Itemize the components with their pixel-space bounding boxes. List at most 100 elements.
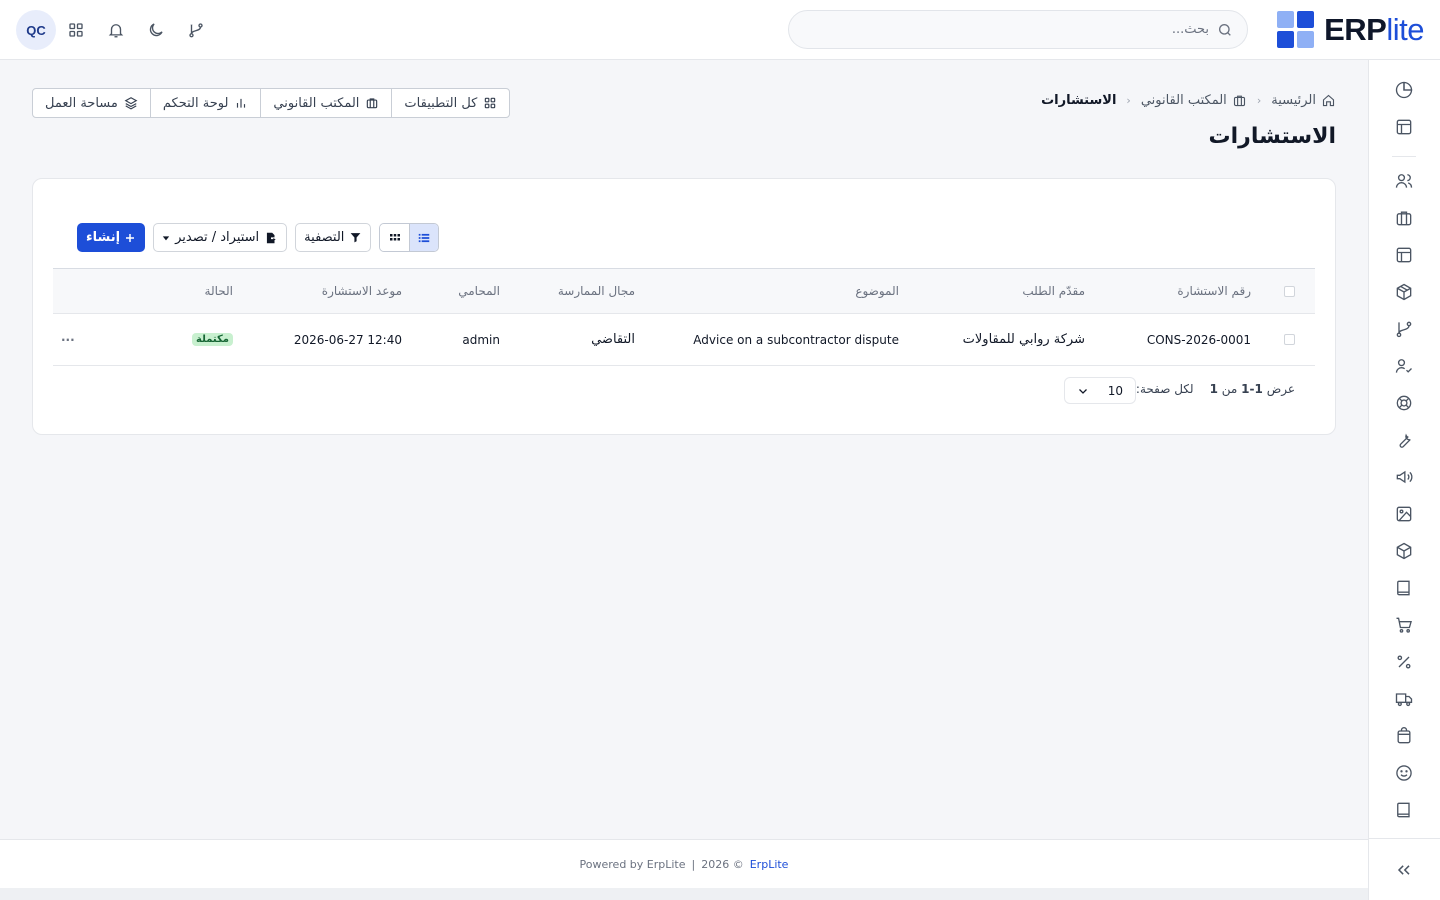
- life-buoy-icon: [1396, 395, 1412, 411]
- column-header-datetime[interactable]: موعد الاستشارة: [322, 269, 402, 313]
- sidebar-item-docs[interactable]: [1394, 800, 1414, 820]
- cell-lawyer: admin: [462, 332, 500, 347]
- column-header-requester[interactable]: مقدّم الطلب: [1022, 269, 1085, 313]
- shopping-bag-icon: [1397, 727, 1411, 744]
- sidebar-item-cart[interactable]: [1394, 615, 1414, 635]
- sidebar-item-briefcase[interactable]: [1394, 208, 1414, 228]
- sidebar-item-user-check[interactable]: [1394, 356, 1414, 376]
- layout-icon: [1396, 247, 1412, 263]
- per-page-select[interactable]: 10: [1064, 377, 1136, 404]
- global-search: [788, 10, 1248, 49]
- sidebar-item-media[interactable]: [1394, 504, 1414, 524]
- package-icon: [1396, 283, 1412, 301]
- quicknav-legal-office[interactable]: المكتب القانوني: [260, 89, 391, 117]
- footer-powered: Powered by ErpLite: [579, 857, 686, 871]
- sidebar-divider: [1368, 838, 1440, 839]
- grid-view-button[interactable]: [380, 224, 410, 251]
- sidebar-item-git[interactable]: [1394, 319, 1414, 339]
- briefcase-icon: [1233, 95, 1245, 107]
- sidebar-item-shop[interactable]: [1394, 726, 1414, 746]
- image-icon: [1396, 506, 1412, 522]
- breadcrumb-current: الاستشارات: [1041, 93, 1117, 108]
- truck-icon: [1395, 693, 1413, 707]
- top-header: ERPlite QC: [0, 0, 1440, 60]
- sidebar-item-tools[interactable]: [1394, 430, 1414, 450]
- breadcrumb: الرئيسية ‹ المكتب القانوني ‹ الاستشارات: [1041, 93, 1336, 108]
- filter-button[interactable]: التصفية: [295, 223, 372, 252]
- git-branch-icon[interactable]: [176, 10, 216, 50]
- search-icon: [1217, 22, 1233, 38]
- box-icon: [1396, 542, 1412, 560]
- cell-requester-link[interactable]: شركة روابي للمقاولات: [963, 314, 1085, 365]
- apps-grid-icon: [485, 97, 496, 109]
- list-view-button[interactable]: [409, 224, 439, 251]
- wrench-icon: [1399, 433, 1411, 448]
- column-header-status[interactable]: الحالة: [205, 269, 233, 313]
- apps-grid-icon[interactable]: [56, 10, 96, 50]
- grid-view-icon: [389, 233, 400, 240]
- home-icon: [1322, 94, 1335, 107]
- sidebar-item-inventory[interactable]: [1394, 541, 1414, 561]
- quicknav-dashboard[interactable]: لوحة التحكم: [149, 89, 261, 117]
- app-logo[interactable]: ERPlite: [1276, 11, 1424, 49]
- percent-icon: [1397, 655, 1411, 669]
- column-header-number[interactable]: رقم الاستشارة: [1177, 269, 1251, 313]
- sidebar-item-layout[interactable]: [1394, 117, 1414, 137]
- row-checkbox[interactable]: [1284, 314, 1295, 365]
- cell-practice-area: التقاضي: [591, 332, 635, 347]
- cell-datetime: 2026-06-27 12:40: [293, 332, 402, 347]
- sidebar: [1368, 60, 1440, 900]
- briefcase-icon: [1396, 211, 1412, 226]
- page-footer: Powered by ErpLite | 2026 © ErpLite: [0, 839, 1368, 888]
- quick-nav: كل التطبيقات المكتب القانوني لوحة التحكم…: [32, 88, 511, 118]
- filter-icon: [351, 233, 361, 243]
- bar-chart-icon: [237, 98, 246, 108]
- sidebar-item-package[interactable]: [1394, 282, 1414, 302]
- sidebar-item-reports[interactable]: [1394, 80, 1414, 100]
- import-export-button[interactable]: استيراد / تصدير: [153, 223, 288, 252]
- column-header-subject[interactable]: الموضوع: [855, 269, 899, 313]
- per-page-value: 10: [1107, 383, 1123, 398]
- per-page-label: لكل صفحة:: [1135, 382, 1194, 396]
- table-row[interactable]: CONS-2026-0001 شركة روابي للمقاولات Advi…: [53, 314, 1315, 366]
- consultations-table: رقم الاستشارة مقدّم الطلب الموضوع مجال ا…: [53, 268, 1315, 366]
- users-icon: [1395, 174, 1413, 188]
- shopping-cart-icon: [1396, 617, 1412, 633]
- view-toggle: [379, 223, 440, 252]
- column-header-practice-area[interactable]: مجال الممارسة: [558, 269, 635, 313]
- sidebar-collapse-icon[interactable]: [1394, 860, 1414, 880]
- bottom-strip: [0, 888, 1368, 900]
- bell-icon[interactable]: [96, 10, 136, 50]
- plus-icon: [126, 233, 135, 242]
- sidebar-item-discounts[interactable]: [1394, 652, 1414, 672]
- user-avatar[interactable]: QC: [16, 10, 56, 50]
- sidebar-item-users[interactable]: [1394, 171, 1414, 191]
- column-header-lawyer[interactable]: المحامي: [458, 269, 500, 313]
- smile-icon: [1396, 765, 1412, 781]
- table-header: رقم الاستشارة مقدّم الطلب الموضوع مجال ا…: [53, 268, 1315, 314]
- sidebar-divider: [1392, 156, 1416, 157]
- sidebar-item-announcements[interactable]: [1394, 467, 1414, 487]
- footer-brand-link[interactable]: ErpLite: [750, 858, 789, 871]
- create-button[interactable]: إنشاء: [77, 223, 146, 252]
- layout-icon: [1396, 119, 1412, 135]
- search-input[interactable]: [809, 22, 1209, 37]
- sidebar-item-customers[interactable]: [1394, 763, 1414, 783]
- quicknav-workspace[interactable]: مساحة العمل: [33, 89, 150, 117]
- row-actions-button[interactable]: ···: [61, 314, 75, 365]
- sidebar-item-book[interactable]: [1394, 578, 1414, 598]
- sidebar-item-shipping[interactable]: [1394, 689, 1414, 709]
- logo-mark-icon: [1276, 11, 1315, 49]
- breadcrumb-legal-office[interactable]: المكتب القانوني: [1141, 93, 1247, 108]
- sidebar-item-support[interactable]: [1394, 393, 1414, 413]
- breadcrumb-home[interactable]: الرئيسية: [1271, 93, 1336, 108]
- sidebar-item-layout-2[interactable]: [1394, 245, 1414, 265]
- megaphone-icon: [1396, 470, 1413, 484]
- quicknav-all-apps[interactable]: كل التطبيقات: [391, 89, 509, 117]
- moon-icon[interactable]: [136, 10, 176, 50]
- pie-chart-icon: [1395, 81, 1413, 99]
- book-icon: [1397, 580, 1410, 596]
- git-branch-icon: [1396, 321, 1412, 338]
- briefcase-icon: [367, 98, 378, 109]
- select-all-checkbox[interactable]: [1284, 269, 1295, 313]
